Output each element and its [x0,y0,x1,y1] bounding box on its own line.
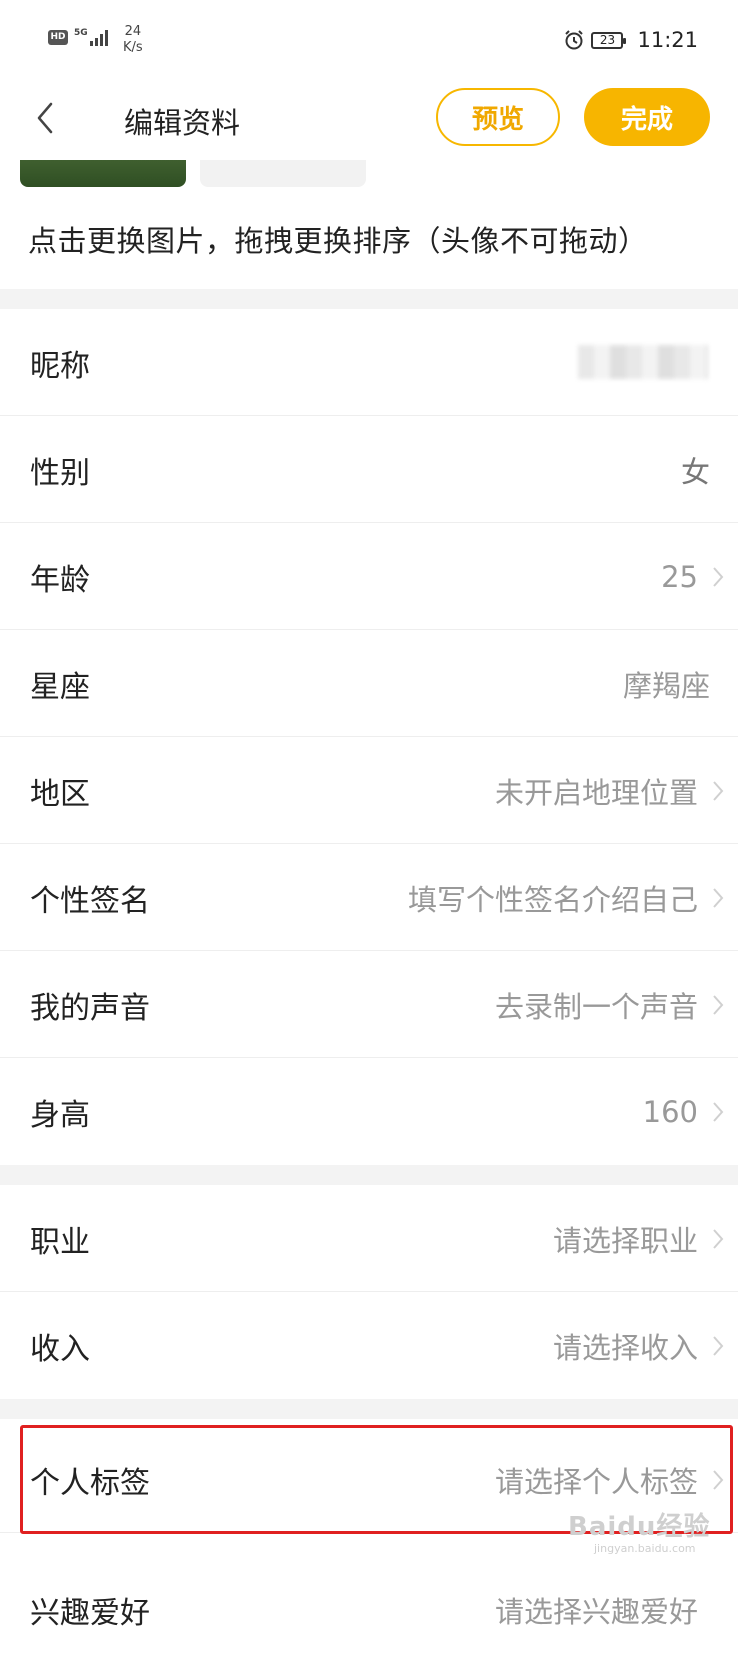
row-label: 身高 [30,1097,90,1133]
profile-photo[interactable] [20,160,186,187]
battery-icon: 23 [591,31,627,49]
row-value: 请选择兴趣爱好 [494,1594,698,1629]
row-label: 我的声音 [30,990,150,1026]
done-button[interactable]: 完成 [584,88,710,146]
back-button[interactable] [30,98,60,138]
chevron-right-icon [712,737,724,844]
row-occupation[interactable]: 职业 请选择职业 [0,1185,738,1292]
baidu-watermark: Baidu经验 [568,1512,711,1542]
baidu-watermark-url: jingyan.baidu.com [594,1542,696,1555]
section-divider [0,1399,738,1419]
row-label: 性别 [30,455,90,491]
row-value: 去录制一个声音 [494,989,698,1024]
row-region[interactable]: 地区 未开启地理位置 [0,737,738,844]
signal-group: HD 5G [48,28,108,46]
row-gender[interactable]: 性别 女 [0,416,738,523]
hd-badge: HD [48,29,68,45]
row-label: 年龄 [30,562,90,598]
row-value: 请选择收入 [552,1330,698,1365]
row-value: 25 [661,559,698,594]
row-label: 收入 [30,1331,90,1367]
preview-button[interactable]: 预览 [436,88,560,146]
chevron-right-icon [712,1058,724,1165]
row-label: 个性签名 [30,883,150,919]
row-value: 未开启地理位置 [494,775,698,810]
photo-slot[interactable] [200,160,366,187]
status-right: 23 11:21 [563,28,698,52]
chevron-right-icon [712,1292,724,1399]
row-label: 地区 [30,776,90,812]
nickname-value-blurred [578,345,708,379]
row-age[interactable]: 年龄 25 [0,523,738,630]
row-zodiac[interactable]: 星座 摩羯座 [0,630,738,737]
row-signature[interactable]: 个性签名 填写个性签名介绍自己 [0,844,738,951]
chevron-right-icon [712,951,724,1058]
speed-unit: K/s [123,40,143,55]
status-bar: HD 5G 24 K/s 23 11:21 [0,0,738,80]
row-label: 昵称 [30,348,90,384]
signal-icon: 5G [74,28,108,46]
alarm-icon [565,30,584,50]
row-nickname[interactable]: 昵称 [0,309,738,416]
speed-value: 24 [124,24,142,39]
row-label: 兴趣爱好 [30,1595,150,1631]
row-value: 请选择职业 [552,1223,698,1258]
battery-level: 23 [599,33,616,47]
chevron-left-icon [37,102,53,134]
row-height[interactable]: 身高 160 [0,1058,738,1165]
section-divider [0,1165,738,1185]
section-divider [0,289,738,309]
row-label: 星座 [30,669,90,705]
row-value: 女 [680,454,710,489]
chevron-right-icon [712,1185,724,1292]
photo-hint: 点击更换图片，拖拽更换排序（头像不可拖动） [28,224,648,258]
chevron-right-icon [712,844,724,951]
row-label: 职业 [30,1224,90,1260]
clock: 11:21 [637,28,698,52]
page-title: 编辑资料 [124,106,241,140]
row-value: 摩羯座 [622,668,710,703]
row-hobbies[interactable]: 兴趣爱好 请选择兴趣爱好 [0,1542,738,1649]
row-voice[interactable]: 我的声音 去录制一个声音 [0,951,738,1058]
network-speed: 24 K/s [123,24,143,56]
row-value: 填写个性签名介绍自己 [407,882,698,917]
chevron-right-icon [712,523,724,630]
row-income[interactable]: 收入 请选择收入 [0,1292,738,1399]
row-value: 160 [642,1094,698,1129]
header: 编辑资料 预览 完成 [0,80,738,160]
network-type: 5G [74,28,88,38]
